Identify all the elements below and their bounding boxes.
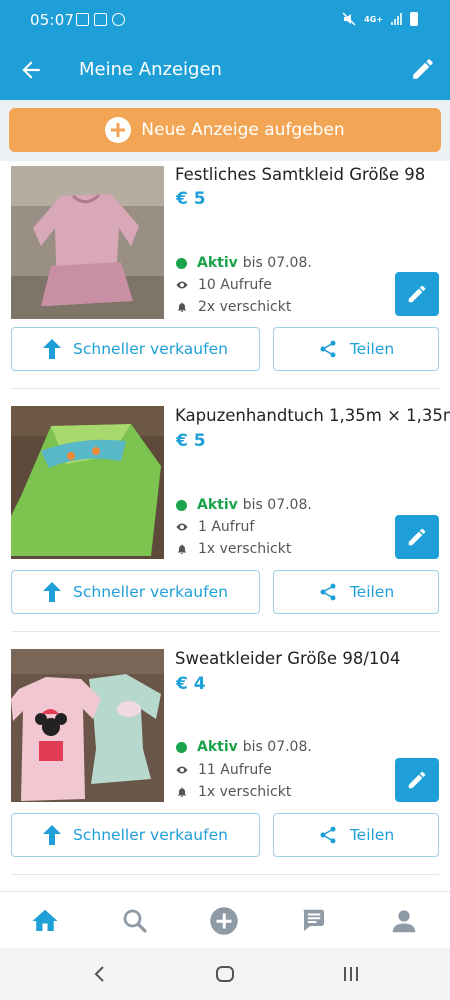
system-back-icon[interactable] <box>88 962 112 986</box>
divider <box>11 631 439 632</box>
ad-status: Aktiv bis 07.08. <box>176 739 312 755</box>
share-label: Teilen <box>349 826 395 844</box>
notification-icons <box>76 13 125 26</box>
sell-faster-label: Schneller verkaufen <box>73 583 228 601</box>
active-dot-icon <box>176 499 187 511</box>
edit-ad-button[interactable] <box>395 272 439 316</box>
share-label: Teilen <box>349 583 395 601</box>
edit-ad-button[interactable] <box>395 758 439 802</box>
ad-views: 11 Aufrufe <box>176 762 272 778</box>
sent-count: 1x verschickt <box>198 541 292 557</box>
ad-list: Festliches Samtkleid Größe 98 € 5 Aktiv … <box>0 161 450 891</box>
share-icon <box>320 583 336 601</box>
ad-status: Aktiv bis 07.08. <box>176 255 312 271</box>
battery-icon <box>410 12 418 26</box>
home-icon[interactable] <box>30 906 60 936</box>
divider <box>11 874 439 875</box>
ad-card[interactable]: Festliches Samtkleid Größe 98 € 5 Aktiv … <box>0 161 450 404</box>
ad-card[interactable]: Kapuzenhandtuch 1,35m × 1,35m € 5 Aktiv … <box>0 404 450 647</box>
messages-icon[interactable] <box>299 906 329 936</box>
ad-title[interactable]: Kapuzenhandtuch 1,35m × 1,35m <box>175 406 450 425</box>
share-label: Teilen <box>349 340 395 358</box>
status-label: Aktiv <box>197 255 238 271</box>
sent-count: 2x verschickt <box>198 299 292 315</box>
views-count: 11 Aufrufe <box>198 762 272 778</box>
pencil-icon <box>408 285 426 303</box>
ad-photo-sweat-dresses[interactable] <box>11 649 164 802</box>
mute-icon <box>342 12 356 26</box>
divider <box>11 388 439 389</box>
share-button[interactable]: Teilen <box>273 327 439 371</box>
ad-sent: 2x verschickt <box>176 299 291 315</box>
eye-icon <box>176 523 188 531</box>
ad-price: € 5 <box>176 431 206 451</box>
share-button[interactable]: Teilen <box>273 813 439 857</box>
pencil-icon[interactable] <box>410 56 436 82</box>
share-button[interactable]: Teilen <box>273 570 439 614</box>
arrow-up-icon <box>43 825 62 845</box>
status-until: bis 07.08. <box>242 497 312 513</box>
eye-icon <box>176 766 188 774</box>
system-home-icon[interactable] <box>213 962 237 986</box>
eye-icon <box>176 281 188 289</box>
app-bar: Meine Anzeigen <box>0 40 450 100</box>
views-count: 1 Aufruf <box>198 519 255 535</box>
ad-sent: 1x verschickt <box>176 541 291 557</box>
back-arrow-icon[interactable] <box>18 57 44 83</box>
system-status-icons: 4G+ <box>342 12 418 26</box>
new-ad-label: Neue Anzeige aufgeben <box>141 120 345 140</box>
bell-icon <box>178 302 186 312</box>
gallery-icon <box>76 13 89 26</box>
status-label: Aktiv <box>197 497 238 513</box>
ad-views: 10 Aufrufe <box>176 277 272 293</box>
views-count: 10 Aufrufe <box>198 277 272 293</box>
active-dot-icon <box>176 257 187 269</box>
ad-title[interactable]: Festliches Samtkleid Größe 98 <box>175 165 425 184</box>
status-time: 05:07 <box>30 11 75 29</box>
share-icon <box>320 826 336 844</box>
add-circle-icon[interactable] <box>209 906 239 936</box>
whatsapp-icon <box>112 13 125 26</box>
sell-faster-button[interactable]: Schneller verkaufen <box>11 813 260 857</box>
bottom-navigation <box>0 891 450 948</box>
status-until: bis 07.08. <box>242 739 312 755</box>
arrow-up-icon <box>43 582 62 602</box>
status-label: Aktiv <box>197 739 238 755</box>
sell-faster-label: Schneller verkaufen <box>73 826 228 844</box>
share-icon <box>320 340 336 358</box>
ad-photo-hooded-towel[interactable] <box>11 406 164 559</box>
sell-faster-label: Schneller verkaufen <box>73 340 228 358</box>
new-ad-bar: Neue Anzeige aufgeben <box>0 100 450 161</box>
edit-ad-button[interactable] <box>395 515 439 559</box>
profile-icon[interactable] <box>389 906 419 936</box>
ad-views: 1 Aufruf <box>176 519 254 535</box>
arrow-up-icon <box>43 339 62 359</box>
ad-price: € 5 <box>176 189 206 209</box>
sell-faster-button[interactable]: Schneller verkaufen <box>11 570 260 614</box>
ad-photo-velvet-dress[interactable] <box>11 166 164 319</box>
network-type: 4G+ <box>364 14 383 24</box>
system-recents-icon[interactable] <box>339 962 363 986</box>
sell-faster-button[interactable]: Schneller verkaufen <box>11 327 260 371</box>
bell-icon <box>178 787 186 797</box>
mail-icon <box>94 13 107 26</box>
pencil-icon <box>408 771 426 789</box>
ad-sent: 1x verschickt <box>176 784 291 800</box>
page-title: Meine Anzeigen <box>79 59 222 80</box>
system-navigation-bar <box>0 948 450 1000</box>
active-dot-icon <box>176 741 187 753</box>
bell-icon <box>178 544 186 554</box>
signal-icon <box>391 13 402 25</box>
ad-title[interactable]: Sweatkleider Größe 98/104 <box>175 649 400 668</box>
pencil-icon <box>408 528 426 546</box>
status-until: bis 07.08. <box>242 255 312 271</box>
ad-status: Aktiv bis 07.08. <box>176 497 312 513</box>
new-ad-button[interactable]: Neue Anzeige aufgeben <box>9 108 441 152</box>
ad-price: € 4 <box>176 674 206 694</box>
sent-count: 1x verschickt <box>198 784 292 800</box>
status-bar: 05:07 4G+ <box>0 0 450 40</box>
plus-icon <box>105 117 132 143</box>
ad-card[interactable]: Sweatkleider Größe 98/104 € 4 Aktiv bis … <box>0 647 450 890</box>
search-icon[interactable] <box>120 906 150 936</box>
